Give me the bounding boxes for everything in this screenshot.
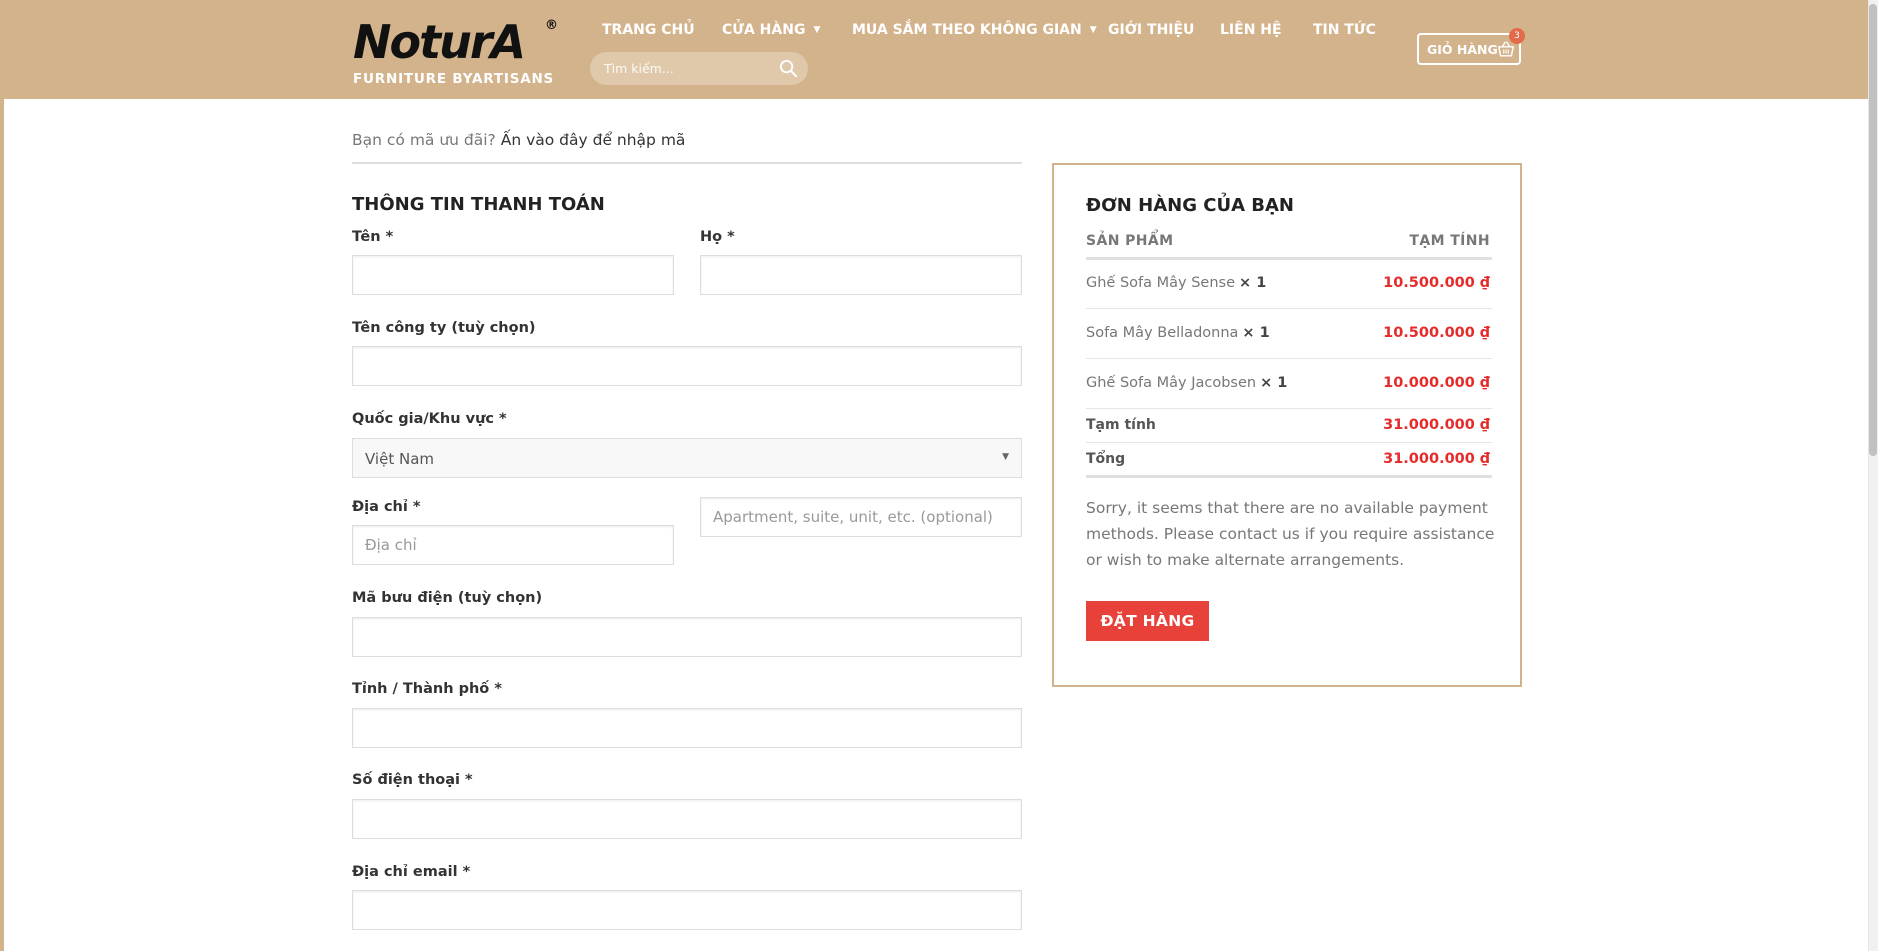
postcode-field[interactable] <box>352 617 1022 657</box>
logo-wordmark: NoturA <box>353 15 526 69</box>
nav-item-shop-by-space[interactable]: MUA SẮM THEO KHÔNG GIAN ▼ <box>852 22 1097 38</box>
last-name-field[interactable] <box>700 255 1022 295</box>
registered-mark: ® <box>545 18 558 33</box>
page-frame-edge <box>0 0 4 951</box>
chevron-down-icon: ▼ <box>813 25 821 35</box>
basket-icon <box>1498 41 1514 57</box>
country-value: Việt Nam <box>365 450 435 468</box>
divider <box>1086 257 1492 260</box>
divider <box>1086 358 1492 359</box>
company-field[interactable] <box>352 346 1022 386</box>
order-item-price: 10.000.000 ₫ <box>1383 375 1490 391</box>
cart-button[interactable]: GIỎ HÀNG <box>1417 33 1521 65</box>
last-name-label: Họ * <box>700 229 735 245</box>
city-field[interactable] <box>352 708 1022 748</box>
col-subtotal-header: TẠM TÍNH <box>1409 233 1490 249</box>
city-label: Tỉnh / Thành phố * <box>352 681 502 697</box>
subtotal-value: 31.000.000 ₫ <box>1383 417 1490 433</box>
cart-label: GIỎ HÀNG <box>1427 42 1498 57</box>
search-box <box>590 52 808 85</box>
country-label: Quốc gia/Khu vực * <box>352 411 507 427</box>
divider <box>1086 475 1492 478</box>
postcode-label: Mã bưu điện (tuỳ chọn) <box>352 590 543 606</box>
scroll-thumb[interactable] <box>1869 4 1877 456</box>
email-field[interactable] <box>352 890 1022 930</box>
site-header: NoturA ® FURNITURE BYARTISANS TRANG CHỦ … <box>4 0 1868 99</box>
company-label: Tên công ty (tuỳ chọn) <box>352 320 536 336</box>
address-field[interactable] <box>352 525 674 565</box>
logo-tagline: FURNITURE BYARTISANS <box>353 71 555 87</box>
search-icon[interactable] <box>779 59 798 78</box>
divider <box>1086 442 1492 443</box>
chevron-down-icon: ▼ <box>1002 452 1009 462</box>
scrollbar[interactable] <box>1868 0 1878 951</box>
order-item-price: 10.500.000 ₫ <box>1383 325 1490 341</box>
site-logo[interactable]: NoturA ® FURNITURE BYARTISANS <box>353 16 563 90</box>
phone-label: Số điện thoại * <box>352 772 473 788</box>
nav-item-shop[interactable]: CỬA HÀNG ▼ <box>722 22 820 38</box>
cart-count-badge: 3 <box>1509 28 1525 44</box>
coupon-link[interactable]: Ấn vào đây để nhập mã <box>501 131 686 149</box>
divider <box>1086 408 1492 409</box>
order-item: Sofa Mây Belladonna × 1 <box>1086 325 1270 341</box>
payment-notice: Sorry, it seems that there are no availa… <box>1086 499 1495 569</box>
total-value: 31.000.000 ₫ <box>1383 451 1490 467</box>
order-title: ĐƠN HÀNG CỦA BẠN <box>1086 195 1294 216</box>
coupon-notice: Bạn có mã ưu đãi? Ấn vào đây để nhập mã <box>352 131 685 149</box>
subtotal-label: Tạm tính <box>1086 417 1156 433</box>
nav-item-home[interactable]: TRANG CHỦ <box>602 22 695 38</box>
divider <box>352 162 1022 164</box>
nav-item-contact[interactable]: LIÊN HỆ <box>1220 22 1282 38</box>
order-item: Ghế Sofa Mây Jacobsen × 1 <box>1086 375 1288 391</box>
order-item: Ghế Sofa Mây Sense × 1 <box>1086 275 1267 291</box>
coupon-prompt: Bạn có mã ưu đãi? <box>352 131 496 149</box>
chevron-down-icon: ▼ <box>1089 25 1097 35</box>
place-order-button[interactable]: ĐẶT HÀNG <box>1086 601 1209 641</box>
order-item-price: 10.500.000 ₫ <box>1383 275 1490 291</box>
phone-field[interactable] <box>352 799 1022 839</box>
nav-item-about[interactable]: GIỚI THIỆU <box>1108 22 1194 38</box>
search-input[interactable] <box>604 52 774 85</box>
total-label: Tổng <box>1086 451 1126 467</box>
nav-item-news[interactable]: TIN TỨC <box>1313 22 1376 38</box>
billing-title: THÔNG TIN THANH TOÁN <box>352 194 605 215</box>
first-name-label: Tên * <box>352 229 394 245</box>
email-label: Địa chỉ email * <box>352 864 471 880</box>
order-summary: ĐƠN HÀNG CỦA BẠN SẢN PHẨM TẠM TÍNH Ghế S… <box>1052 163 1522 687</box>
address-line2-field[interactable] <box>700 497 1022 537</box>
country-select[interactable]: Việt Nam ▼ <box>352 438 1022 478</box>
first-name-field[interactable] <box>352 255 674 295</box>
address-label: Địa chỉ * <box>352 499 421 515</box>
divider <box>1086 308 1492 309</box>
col-product-header: SẢN PHẨM <box>1086 233 1174 249</box>
